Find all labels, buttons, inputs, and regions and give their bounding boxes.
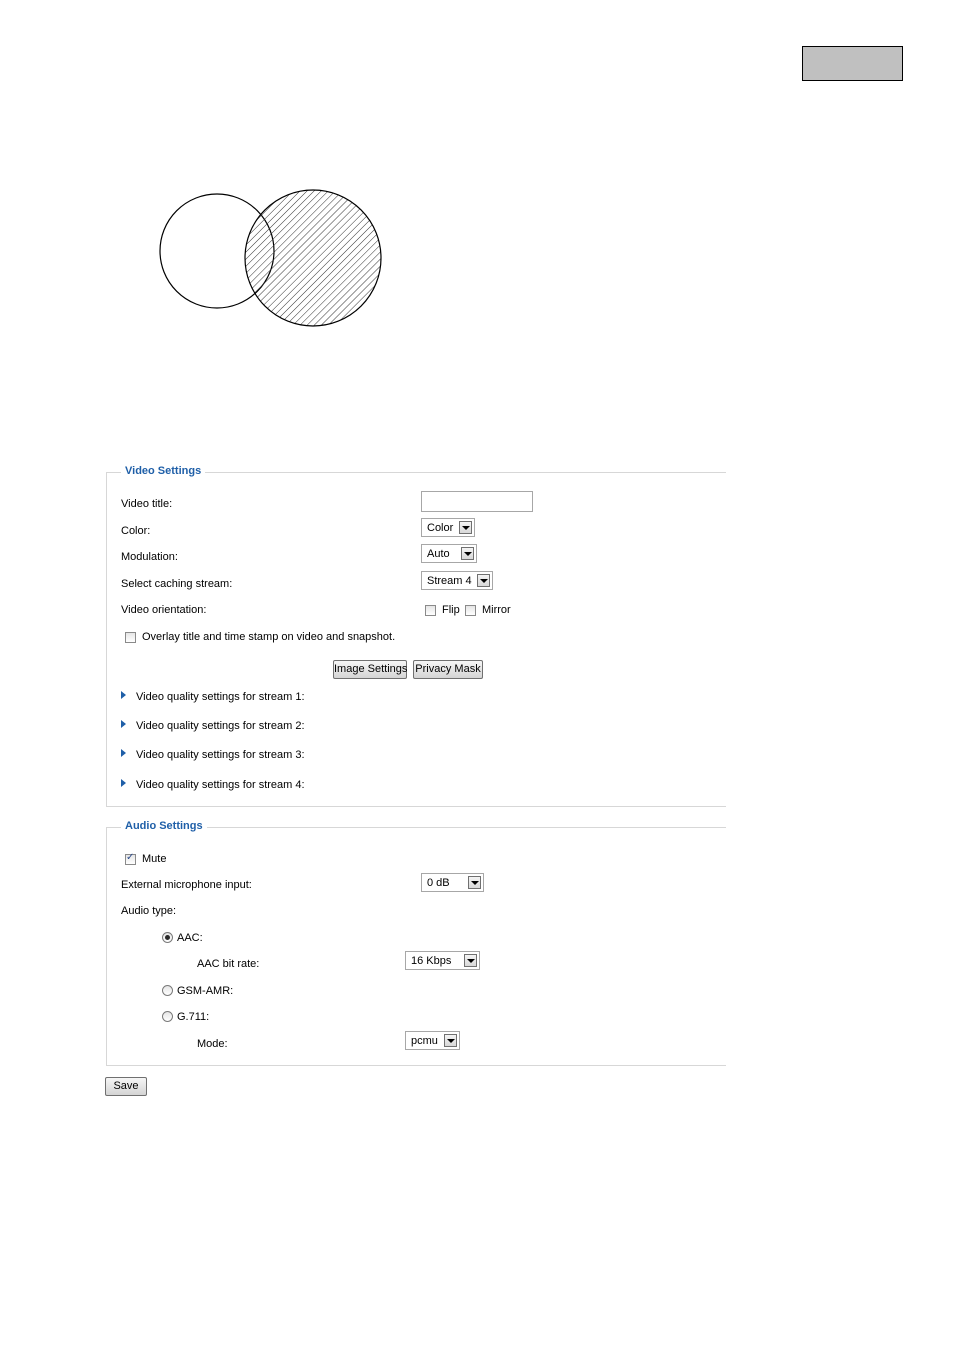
caching-stream-select[interactable]: Stream 4 xyxy=(421,571,493,590)
mirror-checkbox[interactable] xyxy=(465,605,476,616)
modulation-select-value: Auto xyxy=(427,548,450,560)
video-settings-panel: Video Settings Video title: Color: Color… xyxy=(106,465,726,807)
overlap-circles-diagram xyxy=(159,189,382,327)
chevron-down-icon xyxy=(461,547,474,560)
audio-settings-title: Audio Settings xyxy=(121,820,207,832)
chevron-down-icon xyxy=(459,521,472,534)
external-mic-label: External microphone input: xyxy=(121,879,252,891)
stream-4-quality-link[interactable]: Video quality settings for stream 4: xyxy=(136,779,305,791)
flip-checkbox[interactable] xyxy=(425,605,436,616)
video-orientation-label: Video orientation: xyxy=(121,604,207,616)
video-title-input[interactable] xyxy=(421,491,533,512)
external-mic-select-value: 0 dB xyxy=(427,877,450,889)
caching-stream-label: Select caching stream: xyxy=(121,578,233,590)
overlay-checkbox[interactable] xyxy=(125,632,136,643)
stream-2-quality-link[interactable]: Video quality settings for stream 2: xyxy=(136,720,305,732)
video-title-label: Video title: xyxy=(121,498,173,510)
stream-3-quality-link[interactable]: Video quality settings for stream 3: xyxy=(136,749,305,761)
color-label: Color: xyxy=(121,525,151,537)
chevron-down-icon xyxy=(464,954,477,967)
aac-bitrate-select[interactable]: 16 Kbps xyxy=(405,951,480,970)
aac-bitrate-label: AAC bit rate: xyxy=(197,958,260,970)
image-settings-button[interactable]: Image Settings xyxy=(333,660,407,679)
audio-settings-panel: Audio Settings Mute External microphone … xyxy=(106,820,726,1066)
aac-radio[interactable] xyxy=(162,932,173,943)
chevron-down-icon xyxy=(444,1034,457,1047)
gsm-amr-radio[interactable] xyxy=(162,985,173,996)
caching-stream-select-value: Stream 4 xyxy=(427,575,472,587)
modulation-select[interactable]: Auto xyxy=(421,544,477,563)
privacy-mask-button[interactable]: Privacy Mask xyxy=(413,660,483,679)
expand-arrow-icon[interactable] xyxy=(121,779,126,787)
mute-checkbox[interactable] xyxy=(125,852,136,865)
mode-select[interactable]: pcmu xyxy=(405,1031,460,1050)
mode-label: Mode: xyxy=(197,1038,228,1050)
overlay-label: Overlay title and time stamp on video an… xyxy=(142,631,396,643)
mode-select-value: pcmu xyxy=(411,1035,438,1047)
mirror-label: Mirror xyxy=(482,604,511,616)
video-settings-title: Video Settings xyxy=(121,465,206,477)
stream-1-quality-link[interactable]: Video quality settings for stream 1: xyxy=(136,691,305,703)
flip-label: Flip xyxy=(442,604,460,616)
modulation-label: Modulation: xyxy=(121,551,178,563)
color-select[interactable]: Color xyxy=(421,518,475,537)
aac-bitrate-select-value: 16 Kbps xyxy=(411,955,452,967)
expand-arrow-icon[interactable] xyxy=(121,720,126,728)
chevron-down-icon xyxy=(468,876,481,889)
aac-label: AAC: xyxy=(177,932,203,944)
gsm-amr-label: GSM-AMR: xyxy=(177,985,234,997)
chevron-down-icon xyxy=(477,574,490,587)
header-gray-box xyxy=(802,46,903,81)
hatched-circle xyxy=(244,189,382,327)
color-select-value: Color xyxy=(427,522,454,534)
external-mic-select[interactable]: 0 dB xyxy=(421,873,484,892)
audio-type-label: Audio type: xyxy=(121,905,177,917)
mute-label: Mute xyxy=(142,853,167,865)
g711-label: G.711: xyxy=(177,1011,210,1023)
expand-arrow-icon[interactable] xyxy=(121,749,126,757)
g711-radio[interactable] xyxy=(162,1011,173,1022)
save-button[interactable]: Save xyxy=(105,1077,147,1096)
expand-arrow-icon[interactable] xyxy=(121,691,126,699)
